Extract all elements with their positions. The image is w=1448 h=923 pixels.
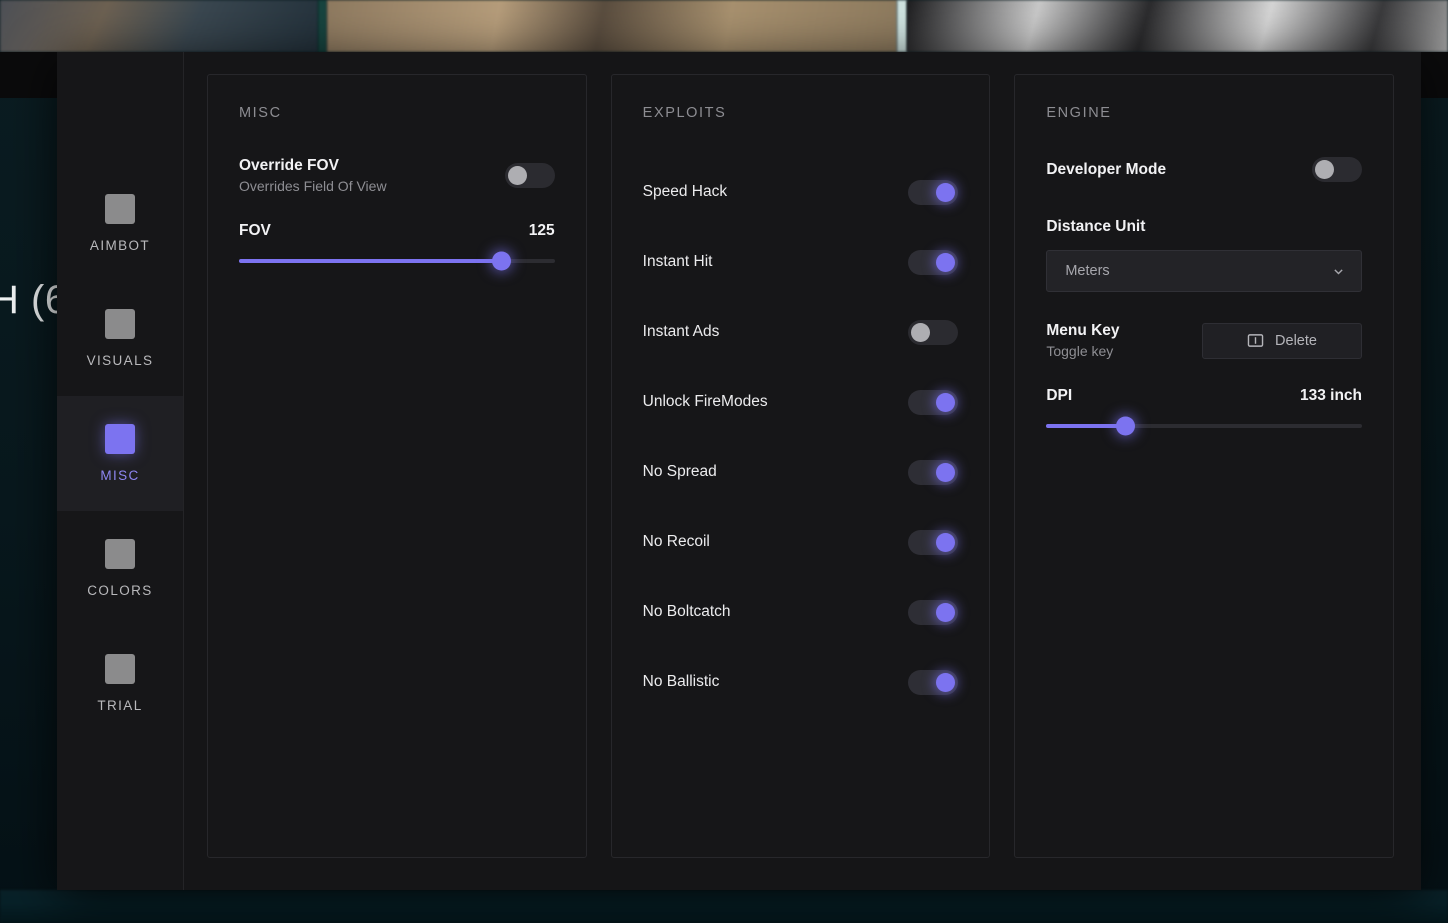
sidebar-item-visuals[interactable]: VISUALS: [57, 281, 183, 396]
setting-instant-ads: Instant Ads: [643, 297, 959, 367]
chevron-down-icon: [1332, 265, 1345, 278]
background-image-panel-3: [907, 0, 1448, 52]
setting-override-fov: Override FOV Overrides Field Of View: [239, 157, 555, 194]
panel-misc: MISC Override FOV Overrides Field Of Vie…: [207, 74, 587, 858]
toggle-no-ballistic[interactable]: [908, 670, 958, 695]
setting-no-ballistic: No Ballistic: [643, 647, 959, 717]
slider-header: FOV 125: [239, 222, 555, 240]
toggle-no-spread[interactable]: [908, 460, 958, 485]
toggle-knob: [936, 533, 955, 552]
setting-label: No Recoil: [643, 533, 710, 551]
setting-speed-hack: Speed Hack: [643, 157, 959, 227]
sidebar-item-aimbot[interactable]: AIMBOT: [57, 166, 183, 281]
toggle-knob: [911, 323, 930, 342]
background-divider-1: [318, 0, 327, 52]
setting-text: Override FOV Overrides Field Of View: [239, 157, 387, 194]
setting-instant-hit: Instant Hit: [643, 227, 959, 297]
setting-text: Menu Key Toggle key: [1046, 322, 1119, 359]
setting-menu-key: Menu Key Toggle key Delete: [1046, 322, 1362, 359]
keyboard-key-icon: [1247, 333, 1264, 348]
toggle-knob: [936, 253, 955, 272]
setting-label: No Spread: [643, 463, 717, 481]
setting-label: No Boltcatch: [643, 603, 731, 621]
slider-label: FOV: [239, 222, 271, 240]
slider-fill: [239, 259, 501, 263]
square-icon: [105, 654, 135, 684]
sidebar-item-label: AIMBOT: [90, 238, 150, 253]
toggle-knob: [1315, 160, 1334, 179]
setting-sublabel: Overrides Field Of View: [239, 178, 387, 194]
square-icon: [105, 194, 135, 224]
menu-key-bind-label: Delete: [1275, 333, 1317, 349]
setting-no-spread: No Spread: [643, 437, 959, 507]
slider-value: 125: [529, 222, 555, 240]
sidebar-item-label: COLORS: [87, 583, 152, 598]
toggle-knob: [936, 183, 955, 202]
toggle-instant-ads[interactable]: [908, 320, 958, 345]
setting-no-boltcatch: No Boltcatch: [643, 577, 959, 647]
slider-track-dpi[interactable]: [1046, 424, 1362, 428]
slider-fill: [1046, 424, 1125, 428]
toggle-unlock-firemodes[interactable]: [908, 390, 958, 415]
background-image-panel-1: [0, 0, 318, 52]
slider-header: DPI 133 inch: [1046, 387, 1362, 405]
toggle-instant-hit[interactable]: [908, 250, 958, 275]
setting-label: Instant Hit: [643, 253, 713, 271]
toggle-developer-mode[interactable]: [1312, 157, 1362, 182]
setting-no-recoil: No Recoil: [643, 507, 959, 577]
setting-label: Developer Mode: [1046, 161, 1166, 179]
sidebar-item-colors[interactable]: COLORS: [57, 511, 183, 626]
dropdown-value: Meters: [1065, 263, 1109, 279]
sidebar-item-label: MISC: [100, 468, 139, 483]
panel-title-exploits: EXPLOITS: [643, 105, 959, 121]
toggle-no-recoil[interactable]: [908, 530, 958, 555]
panel-engine: ENGINE Developer Mode Distance Unit Mete…: [1014, 74, 1394, 858]
settings-content: MISC Override FOV Overrides Field Of Vie…: [184, 52, 1421, 890]
slider-knob-fov[interactable]: [492, 252, 511, 271]
panel-title-misc: MISC: [239, 105, 555, 121]
field-label-distance-unit: Distance Unit: [1046, 218, 1362, 236]
toggle-knob: [936, 603, 955, 622]
square-icon: [105, 309, 135, 339]
cheat-menu-window: AIMBOT VISUALS MISC COLORS TRIAL MISC Ov…: [57, 52, 1421, 890]
sidebar-item-misc[interactable]: MISC: [57, 396, 183, 511]
square-icon: [105, 539, 135, 569]
sidebar: AIMBOT VISUALS MISC COLORS TRIAL: [57, 52, 184, 890]
panel-title-engine: ENGINE: [1046, 105, 1362, 121]
dropdown-distance-unit[interactable]: Meters: [1046, 250, 1362, 292]
background-lower-area: [0, 890, 1448, 923]
setting-label: Unlock FireModes: [643, 393, 768, 411]
toggle-no-boltcatch[interactable]: [908, 600, 958, 625]
slider-dpi: DPI 133 inch: [1046, 387, 1362, 428]
setting-unlock-firemodes: Unlock FireModes: [643, 367, 959, 437]
sidebar-item-label: VISUALS: [87, 353, 154, 368]
setting-label: No Ballistic: [643, 673, 720, 691]
menu-key-bind-button[interactable]: Delete: [1202, 323, 1362, 359]
slider-label: DPI: [1046, 387, 1072, 405]
slider-fov: FOV 125: [239, 222, 555, 263]
background-image-panel-2: [327, 0, 897, 52]
sidebar-item-trial[interactable]: TRIAL: [57, 626, 183, 741]
toggle-knob: [936, 393, 955, 412]
toggle-knob: [936, 463, 955, 482]
toggle-knob: [508, 166, 527, 185]
setting-distance-unit: Distance Unit Meters: [1046, 218, 1362, 292]
slider-track-fov[interactable]: [239, 259, 555, 263]
slider-knob-dpi[interactable]: [1116, 417, 1135, 436]
setting-label: Speed Hack: [643, 183, 727, 201]
background-divider-2: [897, 0, 907, 52]
setting-label: Override FOV: [239, 157, 387, 175]
setting-sublabel: Toggle key: [1046, 343, 1119, 359]
toggle-speed-hack[interactable]: [908, 180, 958, 205]
square-icon: [105, 424, 135, 454]
panel-exploits: EXPLOITS Speed Hack Instant Hit Instant …: [611, 74, 991, 858]
setting-developer-mode: Developer Mode: [1046, 157, 1362, 182]
sidebar-item-label: TRIAL: [97, 698, 142, 713]
slider-value: 133 inch: [1300, 387, 1362, 405]
toggle-knob: [936, 673, 955, 692]
setting-label: Menu Key: [1046, 322, 1119, 340]
setting-label: Instant Ads: [643, 323, 720, 341]
toggle-override-fov[interactable]: [505, 163, 555, 188]
